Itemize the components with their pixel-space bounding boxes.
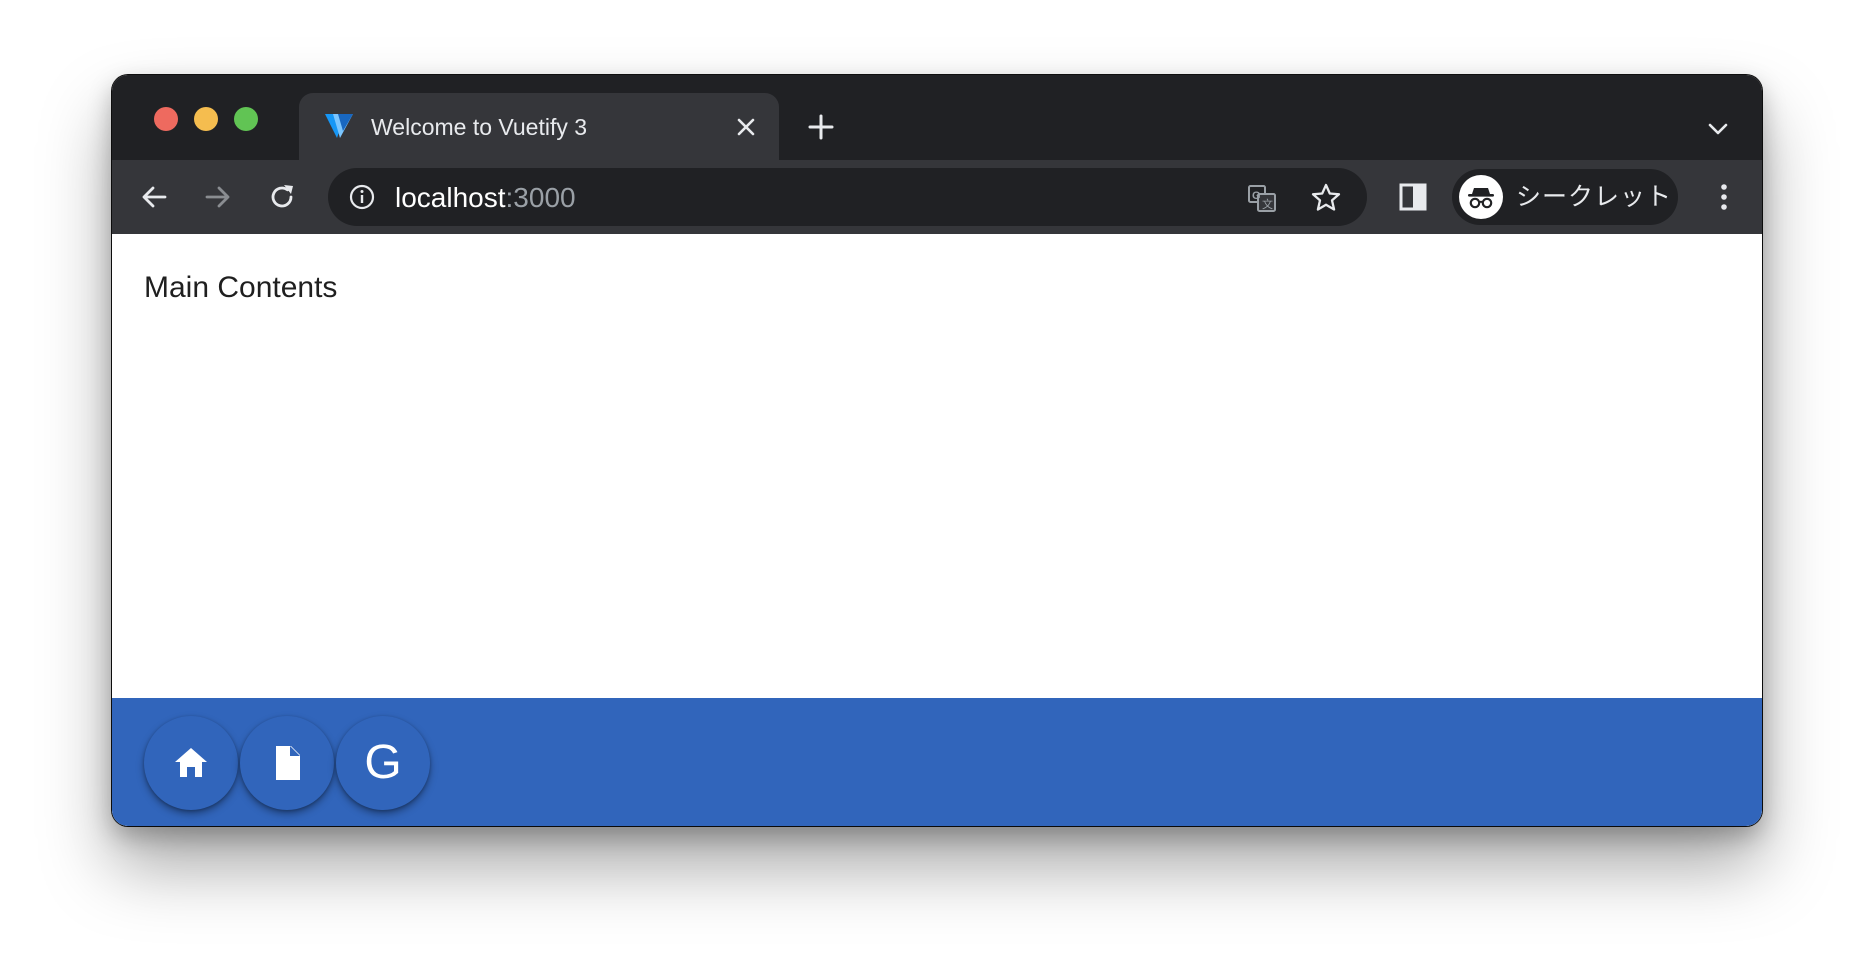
tab-title: Welcome to Vuetify 3 — [371, 114, 588, 140]
bottom-app-bar: G — [112, 698, 1762, 826]
url-text[interactable]: localhost:3000 — [395, 182, 576, 214]
home-button[interactable] — [144, 716, 238, 810]
tab-active[interactable]: Welcome to Vuetify 3 — [299, 93, 779, 160]
info-icon[interactable] — [348, 183, 376, 211]
incognito-profile-button[interactable]: シークレット — [1452, 169, 1678, 225]
url-port: :3000 — [505, 182, 576, 213]
plus-icon[interactable] — [806, 112, 836, 142]
browser-toolbar: localhost:3000 G 文 シークレット — [112, 160, 1762, 234]
vuetify-logo-icon — [323, 111, 355, 141]
address-bar[interactable]: localhost:3000 G 文 — [328, 168, 1367, 226]
browser-window: Welcome to Vuetify 3 localhost:3000 G 文 … — [112, 75, 1762, 826]
file-button[interactable] — [240, 716, 334, 810]
svg-text:G: G — [1252, 190, 1261, 202]
incognito-label: シークレット — [1516, 182, 1673, 211]
home-icon — [175, 748, 207, 777]
translate-icon[interactable]: G 文 — [1246, 182, 1278, 214]
more-vertical-icon[interactable] — [1708, 181, 1740, 213]
tab-strip: Welcome to Vuetify 3 — [112, 75, 1762, 160]
window-zoom-button[interactable] — [234, 107, 258, 131]
url-host: localhost — [395, 182, 506, 213]
incognito-icon — [1459, 175, 1503, 219]
google-button[interactable]: G — [336, 716, 430, 810]
star-icon[interactable] — [1310, 182, 1342, 214]
side-panel-icon[interactable] — [1398, 182, 1428, 212]
page-viewport: Main Contents G — [112, 234, 1762, 826]
arrow-right-icon[interactable] — [202, 181, 234, 213]
reload-icon[interactable] — [266, 181, 298, 213]
arrow-left-icon[interactable] — [138, 181, 170, 213]
file-icon — [276, 746, 300, 780]
google-icon: G — [364, 736, 402, 789]
window-close-button[interactable] — [154, 107, 178, 131]
close-icon[interactable] — [734, 115, 758, 139]
main-contents-text: Main Contents — [144, 271, 338, 304]
chevron-down-icon[interactable] — [1706, 117, 1730, 141]
screenshot-stage: Welcome to Vuetify 3 localhost:3000 G 文 … — [0, 0, 1874, 974]
svg-text:文: 文 — [1262, 197, 1273, 211]
window-minimize-button[interactable] — [194, 107, 218, 131]
